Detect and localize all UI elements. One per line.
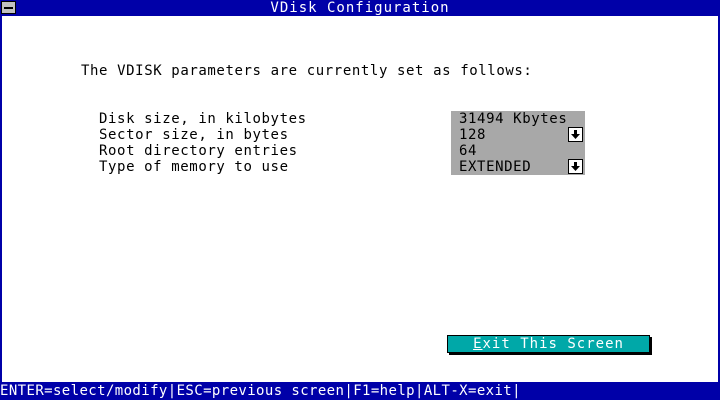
status-esc-hint: ESC=previous screen: [176, 383, 345, 399]
down-arrow-icon: [571, 162, 580, 171]
memory-type-field[interactable]: EXTENDED: [459, 159, 531, 175]
disk-size-field[interactable]: 31494 Kbytes: [459, 111, 567, 127]
label-memory-type: Type of memory to use: [99, 159, 289, 175]
status-bar: ENTER=select/modify|ESC=previous screen|…: [0, 382, 720, 400]
exit-hotkey: E: [473, 336, 483, 352]
label-root-entries: Root directory entries: [99, 143, 298, 159]
window-title: VDisk Configuration: [270, 0, 450, 16]
label-sector-size: Sector size, in bytes: [99, 127, 289, 143]
exit-label: xit This Screen: [482, 336, 624, 352]
memory-type-dropdown-button[interactable]: [568, 159, 583, 174]
status-help-hint: F1=help: [353, 383, 415, 399]
window-frame-left: [0, 16, 2, 382]
label-disk-size: Disk size, in kilobytes: [99, 111, 307, 127]
root-entries-field[interactable]: 64: [459, 143, 477, 159]
sector-size-field[interactable]: 128: [459, 127, 486, 143]
down-arrow-icon: [571, 130, 580, 139]
title-bar: VDisk Configuration: [0, 0, 720, 16]
exit-screen-button[interactable]: Exit This Screen: [447, 335, 650, 353]
intro-text: The VDISK parameters are currently set a…: [81, 63, 533, 79]
sector-size-dropdown-button[interactable]: [568, 127, 583, 142]
parameter-values-panel: 31494 Kbytes 128 64 EXTENDED: [451, 111, 585, 175]
status-enter-hint: ENTER=select/modify: [0, 383, 168, 399]
status-exit-hint: ALT-X=exit: [423, 383, 513, 399]
